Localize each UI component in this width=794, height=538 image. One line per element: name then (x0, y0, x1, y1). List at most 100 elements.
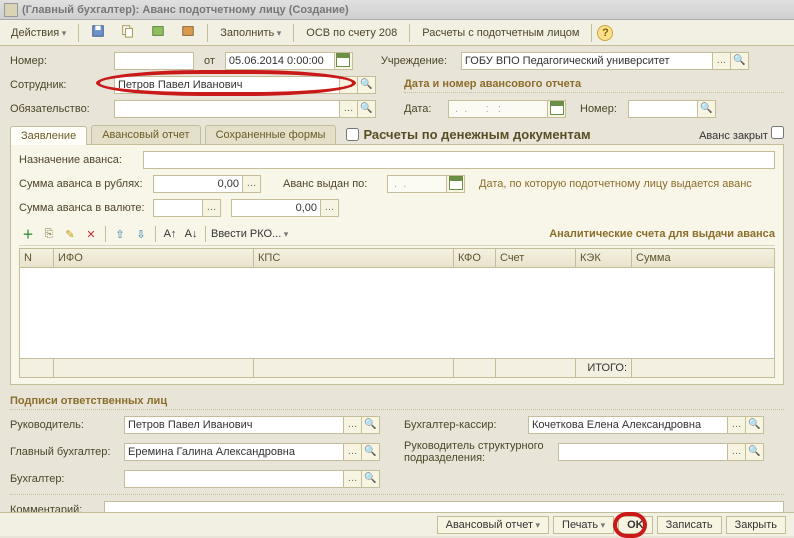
print-button[interactable]: Печать (553, 516, 614, 534)
head-magnify-icon[interactable]: 🔍 (362, 416, 380, 434)
bottom-bar: Авансовый отчет Печать OK Записать Закры… (0, 512, 794, 536)
report-date-calendar-icon[interactable] (548, 100, 566, 118)
accountant-input[interactable] (124, 470, 344, 488)
issued-input[interactable] (387, 175, 447, 193)
sum-rub-input[interactable] (153, 175, 243, 193)
sum-cur-ellipsis-icon[interactable]: … (321, 199, 339, 217)
tab-panel: Назначение аванса: Сумма аванса в рублях… (10, 145, 784, 385)
org-label: Учреждение: (381, 55, 457, 67)
accountant-label: Бухгалтер: (10, 473, 120, 485)
report-number-input[interactable] (628, 100, 698, 118)
chief-input[interactable] (124, 443, 344, 461)
save-button[interactable]: Записать (657, 516, 722, 534)
grid-toolbar: ＋ ⎘ ✎ ✕ ⇧ ⇩ A↑ A↓ Ввести РКО... Аналитич… (19, 223, 775, 246)
col-kps[interactable]: КПС (254, 249, 454, 267)
report-date-input[interactable] (448, 100, 548, 118)
delete-row-icon[interactable]: ✕ (82, 225, 100, 243)
help-icon[interactable]: ? (597, 25, 613, 41)
employee-magnify-icon[interactable]: 🔍 (358, 76, 376, 94)
currency-ellipsis-icon[interactable]: … (203, 199, 221, 217)
form-body: Номер: от Учреждение: … 🔍 Сотрудник: … 🔍… (0, 46, 794, 531)
sum-cur-label: Сумма аванса в валюте: (19, 202, 149, 214)
grid-header: N ИФО КПС КФО Счет КЭК Сумма (20, 249, 774, 268)
tabs: Заявление Авансовый отчет Сохраненные фо… (10, 124, 784, 145)
struct-head-label: Руководитель структурного подразделения: (404, 440, 554, 464)
org-magnify-icon[interactable]: 🔍 (731, 52, 749, 70)
save-icon[interactable] (84, 21, 112, 44)
acc-cash-ellipsis-icon[interactable]: … (728, 416, 746, 434)
issued-label: Аванс выдан по: (283, 178, 383, 190)
edit-row-icon[interactable]: ✎ (61, 225, 79, 243)
money-docs-checkbox[interactable] (346, 128, 359, 141)
report-date-label: Дата: (404, 103, 444, 115)
advance-report-button[interactable]: Авансовый отчет (437, 516, 549, 534)
main-toolbar: Действия Заполнить ОСВ по счету 208 Расч… (0, 20, 794, 46)
employee-label: Сотрудник: (10, 79, 110, 91)
head-input[interactable] (124, 416, 344, 434)
accountant-ellipsis-icon[interactable]: … (344, 470, 362, 488)
grid: N ИФО КПС КФО Счет КЭК Сумма ИТОГО: (19, 248, 775, 378)
tab-advance-report[interactable]: Авансовый отчет (91, 125, 200, 144)
col-account[interactable]: Счет (496, 249, 576, 267)
col-sum[interactable]: Сумма (632, 249, 774, 267)
fill-menu[interactable]: Заполнить (213, 24, 288, 42)
struct-head-magnify-icon[interactable]: 🔍 (746, 443, 764, 461)
enter-rko-button[interactable]: Ввести РКО... (211, 228, 288, 240)
date-input[interactable] (225, 52, 335, 70)
org-input[interactable] (461, 52, 713, 70)
acc-cash-input[interactable] (528, 416, 728, 434)
sum-cur-input[interactable] (231, 199, 321, 217)
chief-label: Главный бухгалтер: (10, 446, 120, 458)
actions-menu[interactable]: Действия (4, 24, 73, 42)
liability-magnify-icon[interactable]: 🔍 (358, 100, 376, 118)
grid-body[interactable] (20, 268, 774, 358)
tab-saved-forms[interactable]: Сохраненные формы (205, 125, 337, 144)
post-icon[interactable] (144, 21, 172, 44)
col-ifo[interactable]: ИФО (54, 249, 254, 267)
liability-input[interactable] (114, 100, 340, 118)
move-up-icon[interactable]: ⇧ (111, 225, 129, 243)
window-icon (4, 3, 18, 17)
report-number-magnify-icon[interactable]: 🔍 (698, 100, 716, 118)
number-label: Номер: (10, 55, 110, 67)
employee-input[interactable] (114, 76, 340, 94)
col-kek[interactable]: КЭК (576, 249, 632, 267)
sum-rub-ellipsis-icon[interactable]: … (243, 175, 261, 193)
col-n[interactable]: N (20, 249, 54, 267)
struct-head-ellipsis-icon[interactable]: … (728, 443, 746, 461)
sort-asc-icon[interactable]: A↑ (161, 225, 179, 243)
issued-calendar-icon[interactable] (447, 175, 465, 193)
copy-icon[interactable] (114, 21, 142, 44)
currency-input[interactable] (153, 199, 203, 217)
move-down-icon[interactable]: ⇩ (132, 225, 150, 243)
unpost-icon[interactable] (174, 21, 202, 44)
grid-footer: ИТОГО: (20, 358, 774, 377)
date-calendar-icon[interactable] (335, 52, 353, 70)
accountant-magnify-icon[interactable]: 🔍 (362, 470, 380, 488)
sort-desc-icon[interactable]: A↓ (182, 225, 200, 243)
struct-head-input[interactable] (558, 443, 728, 461)
close-button[interactable]: Закрыть (726, 516, 786, 534)
number-input[interactable] (114, 52, 194, 70)
osv-button[interactable]: ОСВ по счету 208 (299, 24, 404, 42)
advance-closed-checkbox[interactable] (771, 126, 784, 139)
advance-closed: Аванс закрыт (699, 124, 784, 144)
org-ellipsis-icon[interactable]: … (713, 52, 731, 70)
col-kfo[interactable]: КФО (454, 249, 496, 267)
add-row-icon[interactable]: ＋ (19, 225, 37, 243)
from-label: от (204, 55, 215, 67)
acc-cash-magnify-icon[interactable]: 🔍 (746, 416, 764, 434)
chief-magnify-icon[interactable]: 🔍 (362, 443, 380, 461)
liability-ellipsis-icon[interactable]: … (340, 100, 358, 118)
purpose-input[interactable] (143, 151, 775, 169)
calc-button[interactable]: Расчеты с подотчетным лицом (415, 24, 586, 42)
tab-application[interactable]: Заявление (10, 126, 87, 145)
head-ellipsis-icon[interactable]: … (344, 416, 362, 434)
analytics-title: Аналитические счета для выдачи аванса (549, 228, 775, 240)
total-label: ИТОГО: (576, 359, 632, 377)
employee-ellipsis-icon[interactable]: … (340, 76, 358, 94)
report-section-title: Дата и номер авансового отчета (404, 78, 784, 93)
chief-ellipsis-icon[interactable]: … (344, 443, 362, 461)
ok-button[interactable]: OK (618, 516, 653, 534)
copy-row-icon[interactable]: ⎘ (40, 225, 58, 243)
